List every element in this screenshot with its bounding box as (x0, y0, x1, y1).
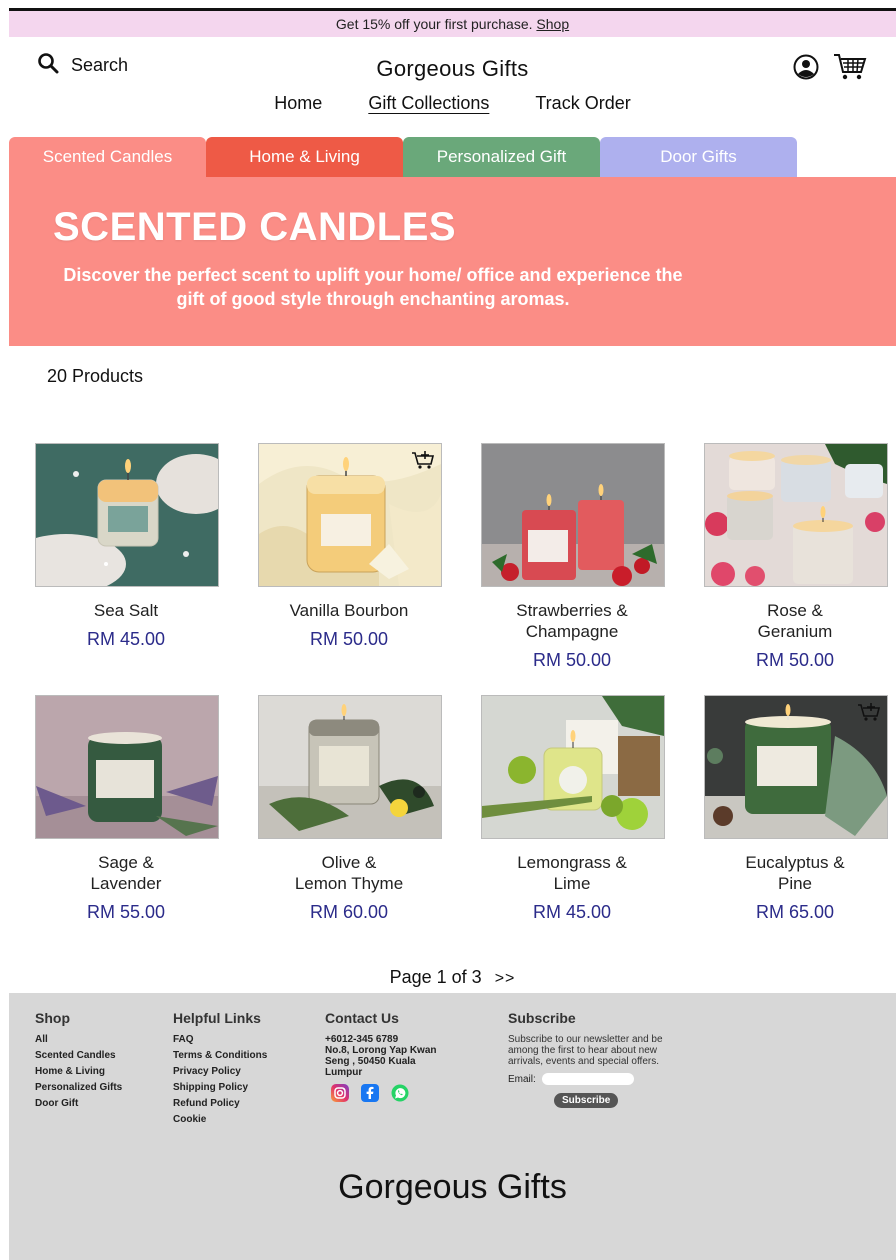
product-image-eucalyptus-pine[interactable] (704, 695, 888, 839)
product-price: RM 55.00 (86, 902, 166, 922)
subscribe-description: Subscribe to our newsletter and be among… (508, 1034, 663, 1067)
promo-text: Get 15% off your first purchase. (335, 16, 533, 32)
product-name: Sea Salt (93, 601, 159, 620)
add-to-cart-icon[interactable] (857, 702, 881, 722)
promo-shop-link[interactable]: Shop (536, 16, 569, 32)
account-icon[interactable] (793, 54, 819, 85)
footer-link-scented-candles[interactable]: Scented Candles (35, 1050, 122, 1061)
footer-link-home-living[interactable]: Home & Living (35, 1066, 122, 1077)
hero-title: SCENTED CANDLES (53, 205, 457, 249)
whatsapp-icon[interactable] (391, 1084, 409, 1105)
product-name: Olive & (321, 853, 377, 872)
product-name: Lemongrass & (517, 853, 627, 872)
product-name-line2: Lime (553, 874, 591, 893)
product-name-line2: Lemon Thyme (294, 874, 404, 893)
footer-link-door-gift[interactable]: Door Gift (35, 1098, 122, 1109)
footer-link-faq[interactable]: FAQ (173, 1034, 267, 1045)
product-name: Vanilla Bourbon (289, 601, 409, 620)
main-nav: Home Gift Collections Track Order (9, 93, 896, 114)
instagram-icon[interactable] (331, 1084, 349, 1105)
product-image-lemongrass-lime[interactable] (481, 695, 665, 839)
footer-link-shipping[interactable]: Shipping Policy (173, 1082, 267, 1093)
tab-scented-candles[interactable]: Scented Candles (9, 137, 206, 177)
footer-subscribe: Subscribe Subscribe to our newsletter an… (508, 1010, 673, 1108)
product-price: RM 50.00 (309, 629, 389, 649)
add-to-cart-icon[interactable] (411, 450, 435, 470)
product-image-strawberries-champagne[interactable] (481, 443, 665, 587)
product-card[interactable]: Lemongrass & Lime RM 45.00 (481, 695, 665, 923)
next-page-button[interactable]: >> (495, 970, 516, 987)
product-card[interactable]: Eucalyptus & Pine RM 65.00 (704, 695, 888, 923)
footer-link-personalized-gifts[interactable]: Personalized Gifts (35, 1082, 122, 1093)
subscribe-button[interactable]: Subscribe (554, 1093, 619, 1108)
footer-link-refund[interactable]: Refund Policy (173, 1098, 267, 1109)
tab-personalized-gift[interactable]: Personalized Gift (403, 137, 600, 177)
product-card[interactable]: Rose & Geranium RM 50.00 (704, 443, 888, 671)
footer-shop: Shop All Scented Candles Home & Living P… (35, 1010, 122, 1114)
product-card[interactable]: Sage & Lavender RM 55.00 (35, 695, 219, 923)
hero-subtitle: Discover the perfect scent to uplift you… (63, 265, 683, 309)
footer-link-all[interactable]: All (35, 1034, 122, 1045)
category-tabs: Scented Candles Home & Living Personaliz… (9, 137, 797, 178)
product-image-sea-salt[interactable] (35, 443, 219, 587)
email-label: Email: (508, 1073, 536, 1085)
product-price: RM 45.00 (532, 902, 612, 922)
page-indicator: Page 1 of 3 (389, 967, 482, 987)
product-image-sage-lavender[interactable] (35, 695, 219, 839)
pagination: Page 1 of 3 >> (9, 967, 896, 988)
contact-address-line3: Lumpur (325, 1067, 363, 1078)
footer-link-cookie[interactable]: Cookie (173, 1114, 267, 1125)
product-card[interactable]: Sea Salt RM 45.00 (35, 443, 219, 650)
footer-contact-heading: Contact Us (325, 1010, 399, 1026)
footer-subscribe-heading: Subscribe (508, 1010, 576, 1026)
hero-banner: SCENTED CANDLES Discover the perfect sce… (9, 177, 896, 346)
tab-home-living[interactable]: Home & Living (206, 137, 403, 177)
email-field[interactable] (541, 1073, 634, 1085)
contact-address-line1: No.8, Lorong Yap Kwan (325, 1045, 437, 1056)
footer-help-heading: Helpful Links (173, 1010, 261, 1026)
nav-gift-collections[interactable]: Gift Collections (368, 93, 489, 114)
brand-title[interactable]: Gorgeous Gifts (9, 56, 896, 82)
product-count: 20 Products (47, 366, 144, 386)
cart-icon[interactable] (833, 52, 867, 87)
footer-helpful-links: Helpful Links FAQ Terms & Conditions Pri… (173, 1010, 267, 1130)
nav-home[interactable]: Home (274, 93, 322, 114)
footer-shop-heading: Shop (35, 1010, 70, 1026)
product-name-line2: Geranium (757, 622, 833, 641)
product-price: RM 45.00 (86, 629, 166, 649)
page: Get 15% off your first purchase. Shop Se… (9, 8, 896, 1260)
product-image-vanilla-bourbon[interactable] (258, 443, 442, 587)
product-price: RM 50.00 (755, 650, 835, 670)
product-name: Rose & (767, 601, 823, 620)
product-name: Strawberries & (516, 601, 628, 620)
nav-track-order[interactable]: Track Order (535, 93, 630, 114)
footer: Shop All Scented Candles Home & Living P… (9, 993, 896, 1260)
contact-address-line2: Seng , 50450 Kuala (325, 1056, 416, 1067)
product-price: RM 65.00 (755, 902, 835, 922)
footer-brand: Gorgeous Gifts (338, 1168, 567, 1206)
product-name-line2: Lavender (90, 874, 162, 893)
product-name: Sage & (98, 853, 154, 872)
facebook-icon[interactable] (361, 1084, 379, 1105)
product-name-line2: Pine (777, 874, 813, 893)
footer-link-terms[interactable]: Terms & Conditions (173, 1050, 267, 1061)
footer-contact: Contact Us +6012-345 6789 No.8, Lorong Y… (325, 1010, 437, 1105)
promo-bar: Get 15% off your first purchase. Shop (9, 11, 896, 37)
product-price: RM 60.00 (309, 902, 389, 922)
product-image-rose-geranium[interactable] (704, 443, 888, 587)
contact-phone: +6012-345 6789 (325, 1034, 399, 1045)
tab-door-gifts[interactable]: Door Gifts (600, 137, 797, 177)
footer-link-privacy[interactable]: Privacy Policy (173, 1066, 267, 1077)
product-image-olive-lemon-thyme[interactable] (258, 695, 442, 839)
product-price: RM 50.00 (532, 650, 612, 670)
product-card[interactable]: Olive & Lemon Thyme RM 60.00 (258, 695, 442, 923)
product-card[interactable]: Vanilla Bourbon RM 50.00 (258, 443, 442, 650)
product-card[interactable]: Strawberries & Champagne RM 50.00 (481, 443, 665, 671)
product-name-line2: Champagne (525, 622, 619, 641)
product-name: Eucalyptus & (745, 853, 845, 872)
